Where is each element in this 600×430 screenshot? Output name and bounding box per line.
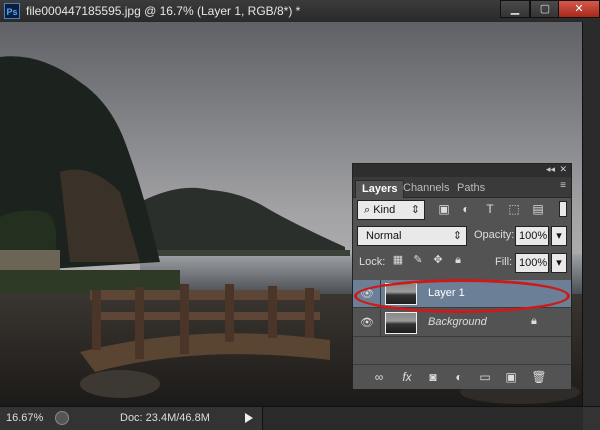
layer-name[interactable]: Background — [428, 316, 487, 328]
fill-input[interactable]: 100% — [515, 253, 549, 273]
shape-filter-icon[interactable]: ⬚ — [507, 202, 521, 216]
smart-object-filter-icon[interactable]: ▤ — [531, 202, 545, 216]
image-filter-icon[interactable]: ▣ — [437, 202, 451, 216]
document-title-bar: Ps file000447185595.jpg @ 16.7% (Layer 1… — [0, 0, 600, 23]
opacity-label: Opacity: — [474, 229, 515, 241]
layer-row-background[interactable]: 👁︎ Background 🔒︎ — [353, 309, 571, 337]
fill-dropdown-icon[interactable]: ▾ — [551, 253, 567, 273]
blend-mode-select[interactable]: Normal ⇕ — [357, 226, 467, 246]
adjustment-layer-icon[interactable]: ◐ — [451, 369, 467, 385]
filter-kind-label: Kind — [373, 204, 396, 216]
filter-row: ⌕ Kind ⇕ ▣ ◐ T ⬚ ▤ — [353, 199, 571, 221]
document-size-info: Doc: 23.4M/46.8M — [120, 412, 210, 424]
lock-fill-row: Lock: ▦ ✎ ✥ 🔒︎ Fill: 100% ▾ — [353, 252, 571, 274]
divider — [380, 309, 381, 337]
new-group-icon[interactable]: ▭ — [477, 369, 493, 385]
fx-icon[interactable]: fx — [399, 369, 415, 385]
horizontal-scrollbar[interactable] — [262, 407, 583, 430]
panel-tabs: Layers Channels Paths ≡ — [353, 177, 571, 198]
blend-mode-value: Normal — [366, 230, 402, 242]
adjustment-filter-icon[interactable]: ◐ — [459, 202, 473, 216]
collapse-panel-icon[interactable]: ◂◂ — [546, 164, 555, 175]
delete-layer-icon[interactable]: 🗑︎ — [531, 369, 547, 385]
search-icon: ⌕ — [364, 204, 374, 216]
tab-channels[interactable]: Channels — [397, 180, 455, 197]
lock-all-icon[interactable]: 🔒︎ — [451, 253, 465, 267]
layer-thumbnail — [385, 312, 417, 334]
chevron-updown-icon: ⇕ — [410, 204, 420, 216]
lock-position-icon[interactable]: ✥ — [431, 253, 445, 267]
vertical-scrollbar[interactable] — [582, 22, 600, 406]
lock-transparent-pixels-icon[interactable]: ▦ — [391, 253, 405, 267]
layers-panel: ◂◂ ✕ Layers Channels Paths ≡ ⌕ Kind ⇕ ▣ … — [352, 163, 572, 389]
type-filter-icon[interactable]: T — [483, 202, 497, 216]
chevron-updown-icon: ⇕ — [452, 230, 462, 242]
close-panel-icon[interactable]: ✕ — [559, 164, 567, 175]
lock-icon: 🔒︎ — [531, 315, 537, 327]
document-title: file000447185595.jpg @ 16.7% (Layer 1, R… — [26, 4, 301, 18]
filter-kind-select[interactable]: ⌕ Kind ⇕ — [357, 200, 425, 220]
close-button[interactable]: ✕ — [558, 0, 600, 18]
opacity-input[interactable]: 100% — [515, 226, 549, 246]
restore-button[interactable]: ▢ — [530, 0, 560, 18]
blend-opacity-row: Normal ⇕ Opacity: 100% ▾ — [353, 225, 571, 247]
status-menu-arrow-icon[interactable] — [245, 413, 253, 423]
layers-bottom-toolbar: ∞ fx ◙ ◐ ▭ ▣ 🗑︎ — [353, 364, 571, 389]
new-layer-icon[interactable]: ▣ — [503, 369, 519, 385]
tab-paths[interactable]: Paths — [451, 180, 491, 197]
link-layers-icon[interactable]: ∞ — [371, 369, 387, 385]
minimize-button[interactable]: ▁ — [500, 0, 530, 18]
photoshop-logo-icon: Ps — [4, 3, 20, 19]
status-bar: 16.67% Doc: 23.4M/46.8M — [0, 406, 600, 430]
panel-menu-icon[interactable]: ≡ — [560, 180, 566, 191]
filter-toggle[interactable] — [559, 201, 567, 217]
lock-label: Lock: — [359, 256, 386, 268]
fill-label: Fill: — [495, 256, 513, 268]
opacity-dropdown-icon[interactable]: ▾ — [551, 226, 567, 246]
add-mask-icon[interactable]: ◙ — [425, 369, 441, 385]
lock-image-pixels-icon[interactable]: ✎ — [411, 253, 425, 267]
zoom-level[interactable]: 16.67% — [6, 412, 43, 424]
eye-icon[interactable]: 👁︎ — [359, 316, 375, 330]
highlight-ellipse — [354, 279, 570, 313]
panel-header: ◂◂ ✕ — [353, 164, 571, 177]
zoom-menu-icon[interactable] — [55, 411, 69, 425]
